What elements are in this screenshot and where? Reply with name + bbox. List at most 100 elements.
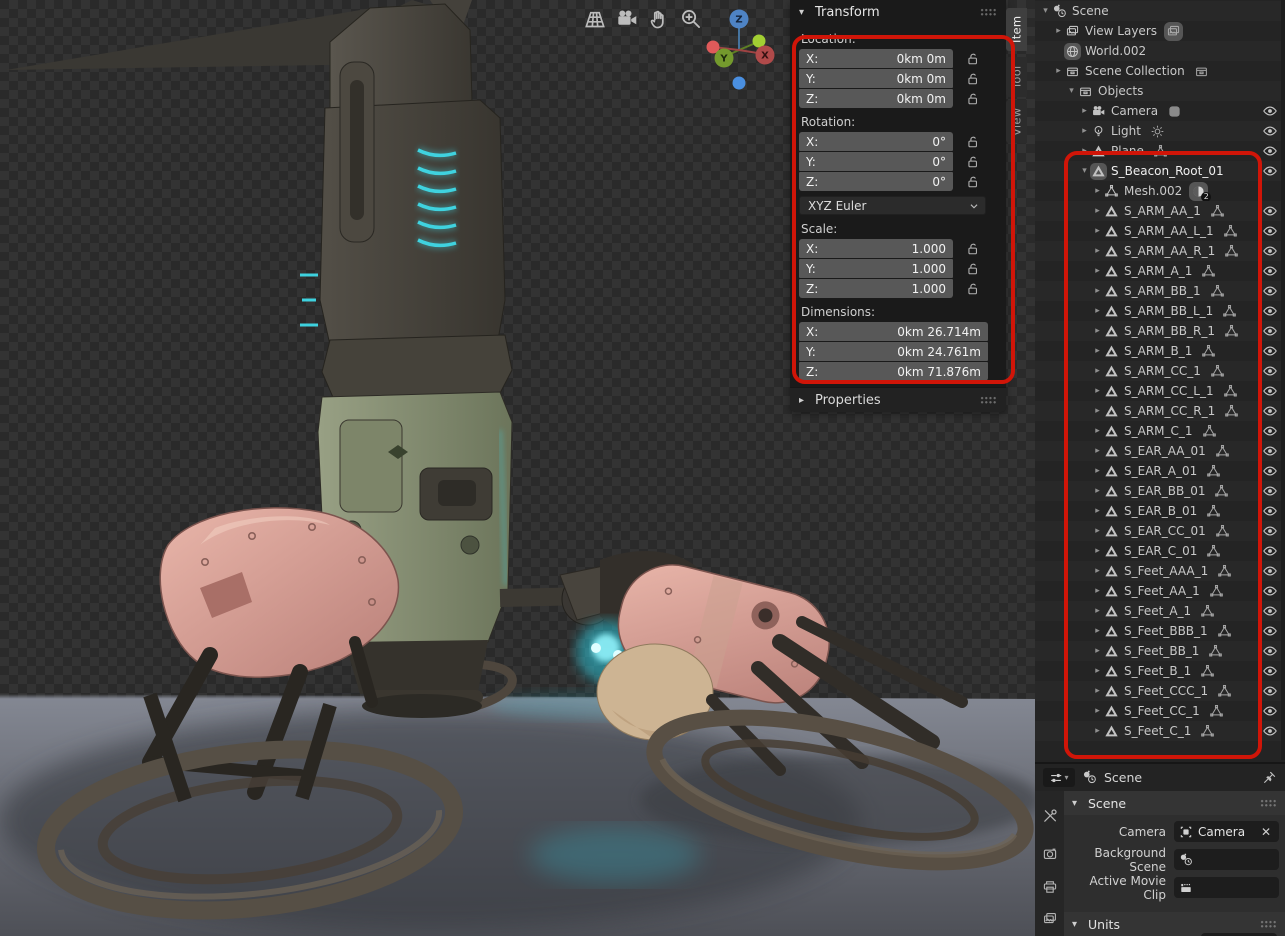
pin-icon[interactable] [1262, 770, 1277, 785]
disclosure-arrow-icon[interactable]: ▸ [1091, 366, 1104, 376]
drag-handle-icon[interactable] [1260, 798, 1277, 808]
properties-subpanel-header[interactable]: ▸ Properties [790, 387, 1006, 412]
outliner-row[interactable]: ▸ S_EAR_B_01 [1035, 501, 1285, 521]
gizmo-axis-neg-y[interactable] [752, 34, 766, 48]
outliner-row[interactable]: ▸ S_Feet_BBB_1 [1035, 621, 1285, 641]
eye-icon[interactable] [1262, 143, 1278, 159]
nav-perspective-grid-icon[interactable] [583, 7, 607, 31]
value-slider[interactable]: X: 0° [799, 132, 953, 151]
disclosure-arrow-icon[interactable]: ▸ [1091, 386, 1104, 396]
properties-tab-tool[interactable] [1037, 803, 1062, 828]
outliner-row[interactable]: ▾ Scene [1035, 1, 1285, 21]
eye-icon[interactable] [1262, 363, 1278, 379]
eye-icon[interactable] [1262, 203, 1278, 219]
disclosure-arrow-icon[interactable]: ▸ [1091, 566, 1104, 576]
transform-panel-header[interactable]: ▾ Transform [790, 0, 1006, 25]
outliner-row[interactable]: ▾ Objects [1035, 81, 1285, 101]
value-slider[interactable]: Y: 0° [799, 152, 953, 171]
eye-icon[interactable] [1262, 103, 1278, 119]
eye-icon[interactable] [1262, 663, 1278, 679]
outliner-row[interactable]: ▸ S_ARM_AA_1 [1035, 201, 1285, 221]
value-slider[interactable]: X: 0km 26.714m [799, 322, 988, 341]
eye-icon[interactable] [1262, 323, 1278, 339]
value-slider[interactable]: Y: 0km 0m [799, 69, 953, 88]
value-slider[interactable]: X: 0km 0m [799, 49, 953, 68]
outliner-row[interactable]: ▸ View Layers [1035, 21, 1285, 41]
disclosure-arrow-icon[interactable]: ▸ [1091, 186, 1104, 196]
field-input[interactable]: Camera ✕ [1174, 821, 1279, 842]
disclosure-arrow-icon[interactable]: ▸ [1091, 446, 1104, 456]
disclosure-arrow-icon[interactable]: ▸ [1091, 426, 1104, 436]
disclosure-arrow-icon[interactable]: ▸ [1078, 146, 1091, 156]
value-slider[interactable]: Z: 0km 0m [799, 89, 953, 108]
collapse-arrow-icon[interactable]: ▾ [799, 7, 809, 18]
drag-handle-icon[interactable] [1260, 919, 1277, 929]
disclosure-arrow-icon[interactable]: ▸ [1091, 306, 1104, 316]
collapse-arrow-icon[interactable]: ▾ [1072, 798, 1082, 809]
outliner-row[interactable]: ▸ S_ARM_C_1 [1035, 421, 1285, 441]
drag-handle-icon[interactable] [980, 8, 997, 17]
value-slider[interactable]: Z: 1.000 [799, 279, 953, 298]
outliner-row[interactable]: World.002 [1035, 41, 1285, 61]
scene-panel-header[interactable]: ▾ Scene [1064, 791, 1285, 815]
eye-icon[interactable] [1262, 583, 1278, 599]
sidebar-tab-view[interactable]: View [1006, 100, 1027, 143]
rotation-mode-dropdown[interactable]: XYZ Euler [799, 196, 986, 215]
outliner-row[interactable]: ▸ S_ARM_AA_L_1 [1035, 221, 1285, 241]
properties-tab-output[interactable] [1037, 874, 1062, 899]
eye-icon[interactable] [1262, 243, 1278, 259]
outliner-row[interactable]: ▸ S_Feet_BB_1 [1035, 641, 1285, 661]
disclosure-arrow-icon[interactable]: ▸ [1091, 226, 1104, 236]
disclosure-arrow-icon[interactable]: ▸ [1091, 706, 1104, 716]
outliner-row[interactable]: ▸ S_ARM_A_1 [1035, 261, 1285, 281]
eye-icon[interactable] [1262, 503, 1278, 519]
disclosure-arrow-icon[interactable]: ▸ [1091, 406, 1104, 416]
outliner-row[interactable]: ▸ S_Feet_CC_1 [1035, 701, 1285, 721]
value-slider[interactable]: X: 1.000 [799, 239, 953, 258]
collapse-arrow-icon[interactable]: ▸ [799, 395, 809, 406]
eye-icon[interactable] [1262, 423, 1278, 439]
outliner-row[interactable]: ▸ S_EAR_AA_01 [1035, 441, 1285, 461]
disclosure-arrow-icon[interactable]: ▸ [1091, 246, 1104, 256]
disclosure-arrow-icon[interactable]: ▸ [1091, 486, 1104, 496]
disclosure-arrow-icon[interactable]: ▸ [1091, 646, 1104, 656]
disclosure-arrow-icon[interactable]: ▸ [1091, 266, 1104, 276]
disclosure-arrow-icon[interactable]: ▸ [1091, 626, 1104, 636]
outliner-row[interactable]: ▸ S_ARM_BB_L_1 [1035, 301, 1285, 321]
eye-icon[interactable] [1262, 543, 1278, 559]
disclosure-arrow-icon[interactable]: ▾ [1078, 166, 1091, 176]
value-slider[interactable]: Z: 0° [799, 172, 953, 191]
drag-handle-icon[interactable] [980, 395, 997, 405]
eye-icon[interactable] [1262, 283, 1278, 299]
eye-icon[interactable] [1262, 263, 1278, 279]
properties-tab-view-layer[interactable] [1037, 906, 1062, 931]
value-slider[interactable]: Y: 1.000 [799, 259, 953, 278]
properties-tab-render[interactable] [1037, 841, 1062, 866]
lock-icon[interactable] [965, 174, 980, 189]
eye-icon[interactable] [1262, 383, 1278, 399]
disclosure-arrow-icon[interactable]: ▸ [1091, 726, 1104, 736]
navigation-gizmo[interactable]: Z Y X [698, 3, 780, 95]
nav-pan-hand-icon[interactable] [647, 7, 671, 31]
outliner-row[interactable]: ▸ S_EAR_A_01 [1035, 461, 1285, 481]
eye-icon[interactable] [1262, 463, 1278, 479]
field-input[interactable] [1174, 849, 1279, 870]
clear-x-icon[interactable]: ✕ [1258, 825, 1274, 839]
outliner-row[interactable]: ▸ S_ARM_CC_L_1 [1035, 381, 1285, 401]
outliner-row[interactable]: ▸ S_ARM_CC_1 [1035, 361, 1285, 381]
outliner-row[interactable]: ▸ S_ARM_CC_R_1 [1035, 401, 1285, 421]
eye-icon[interactable] [1262, 403, 1278, 419]
outliner-row[interactable]: ▸ S_EAR_C_01 [1035, 541, 1285, 561]
editor-type-button[interactable]: ▾ [1043, 768, 1075, 787]
outliner-row[interactable]: ▸ Scene Collection [1035, 61, 1285, 81]
eye-icon[interactable] [1262, 523, 1278, 539]
sidebar-tab-item[interactable]: Item [1006, 8, 1027, 51]
eye-icon[interactable] [1262, 443, 1278, 459]
outliner-row[interactable]: ▸ Mesh.002 2 [1035, 181, 1285, 202]
outliner-row[interactable]: ▸ Plane [1035, 141, 1285, 161]
collapse-arrow-icon[interactable]: ▾ [1072, 919, 1082, 930]
disclosure-arrow-icon[interactable]: ▸ [1078, 106, 1091, 116]
eye-icon[interactable] [1262, 123, 1278, 139]
lock-icon[interactable] [965, 91, 980, 106]
field-input[interactable] [1174, 877, 1279, 898]
